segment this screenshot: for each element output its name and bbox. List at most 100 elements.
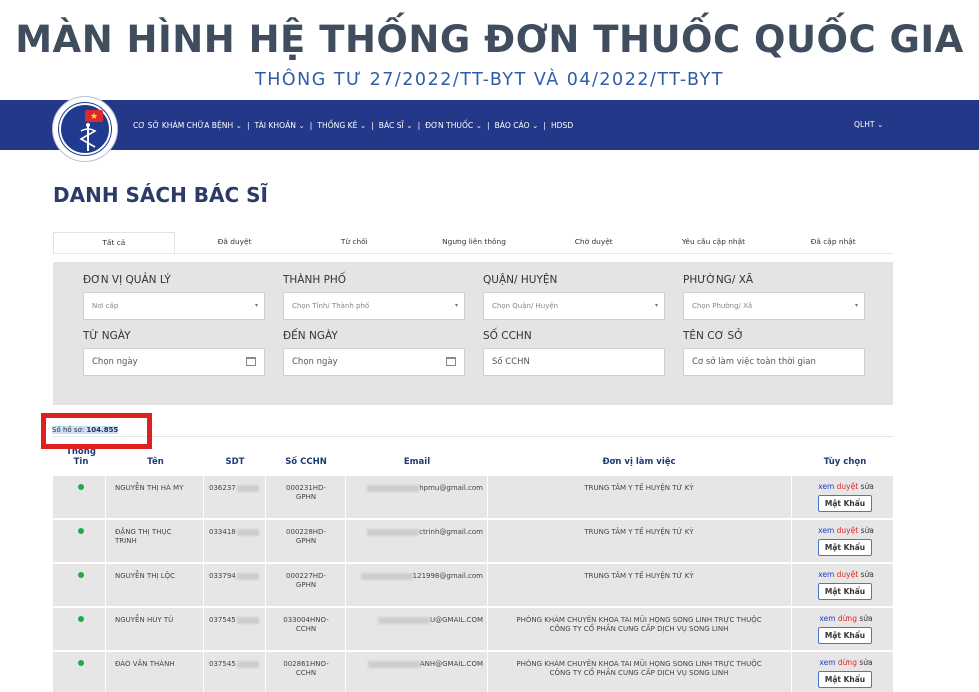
caduceus-icon [79, 123, 97, 151]
cell-divider [203, 564, 204, 607]
view-link[interactable]: xem [818, 482, 834, 491]
row-email-text: ctrinh@gmail.com [419, 528, 483, 536]
chevron-down-icon: ▾ [854, 302, 858, 309]
menu-thong-ke[interactable]: THỐNG KÊ ⌄ [315, 121, 368, 130]
tab-tu-choi[interactable]: Từ chối [294, 232, 414, 253]
cell-divider [105, 476, 106, 519]
calendar-icon[interactable] [246, 357, 256, 366]
menu-tai-khoan[interactable]: TÀI KHOẢN ⌄ [253, 121, 307, 130]
menu-separator: | [417, 120, 421, 130]
tab-yeu-cau-cap-nhat[interactable]: Yêu cầu cập nhật [654, 232, 774, 253]
cell-divider [487, 608, 488, 651]
user-menu[interactable]: QLHT ⌄ [854, 100, 883, 150]
tab-cho-duyet[interactable]: Chờ duyệt [534, 232, 654, 253]
redacted-block [236, 660, 259, 668]
status-link[interactable]: dừng [838, 658, 857, 667]
tab-da-duyet[interactable]: Đã duyệt [175, 232, 295, 253]
menu-separator: | [371, 120, 374, 130]
row-unit-line1: PHÒNG KHÁM CHUYÊN KHOA TAI MŨI HỌNG SONG… [516, 660, 762, 668]
col-so-cchn: Số CCHN [285, 457, 327, 467]
filter-panel: ĐƠN VỊ QUẢN LÝ THÀNH PHỐ QUẬN/ HUYỆN PHƯ… [53, 262, 893, 405]
ten-co-so-input[interactable]: Cơ sở làm việc toàn thời gian [683, 348, 865, 376]
password-button[interactable]: Mật Khẩu [818, 583, 872, 600]
row-actions: xem dừng sửa [812, 614, 880, 623]
filter-label-ten-co-so: TÊN CƠ SỞ [683, 330, 744, 342]
cell-divider [105, 520, 106, 563]
edit-link[interactable]: sửa [859, 614, 872, 623]
ministry-logo[interactable]: ★ [52, 96, 118, 162]
don-vi-select[interactable]: Nơi cấp ▾ [83, 292, 265, 320]
row-unit: TRUNG TÂM Y TẾ HUYỆN TỨ KỲ [489, 528, 789, 537]
menu-bao-cao[interactable]: BÁO CÁO ⌄ [493, 121, 541, 130]
row-cchn-line1: 000227HD- [286, 572, 326, 580]
view-link[interactable]: xem [818, 570, 834, 579]
cell-divider [487, 520, 488, 563]
cell-divider [791, 520, 792, 563]
row-name: ĐÀO VĂN THÀNH [115, 660, 203, 669]
view-link[interactable]: xem [819, 658, 835, 667]
row-name: NGUYỄN HUY TÚ [115, 616, 203, 625]
phuong-xa-select[interactable]: Chọn Phường/ Xã ▾ [683, 292, 865, 320]
cell-divider [345, 652, 346, 692]
password-button[interactable]: Mật Khẩu [818, 495, 872, 512]
edit-link[interactable]: sửa [861, 526, 874, 535]
cell-divider [345, 564, 346, 607]
phuong-xa-placeholder: Chọn Phường/ Xã [692, 302, 753, 310]
row-email: ANH@GMAIL.COM [347, 660, 487, 669]
row-name-line1: NGUYỄN THỊ HÀ MY [115, 484, 184, 492]
menu-hdsd[interactable]: HDSD [549, 121, 575, 130]
calendar-icon[interactable] [446, 357, 456, 366]
cell-divider [265, 652, 266, 692]
row-unit-line2: CÔNG TY CỔ PHẦN CUNG CẤP DỊCH VỤ SONG LI… [549, 625, 729, 633]
tab-tat-ca[interactable]: Tất cả [53, 232, 175, 253]
password-button[interactable]: Mật Khẩu [818, 671, 872, 688]
status-link[interactable]: duyệt [837, 526, 859, 535]
thanh-pho-select[interactable]: Chọn Tỉnh/ Thành phố ▾ [283, 292, 465, 320]
row-phone-text: 037545 [209, 616, 236, 624]
tab-ngung-lien-thong[interactable]: Ngưng liên thông [414, 232, 534, 253]
den-ngay-date-input[interactable]: Chọn ngày [283, 348, 465, 376]
menu-don-thuoc[interactable]: ĐƠN THUỐC ⌄ [423, 121, 484, 130]
col-thong-tin-line2: Tin [73, 457, 89, 467]
row-cchn-line1: 002861HNO- [283, 660, 329, 668]
status-link[interactable]: duyệt [837, 482, 859, 491]
tab-da-cap-nhat[interactable]: Đã cập nhật [773, 232, 893, 253]
col-thong-tin: Thông Tin [61, 447, 101, 467]
row-phone-text: 037545 [209, 660, 236, 668]
cell-divider [487, 564, 488, 607]
status-link[interactable]: duyệt [837, 570, 859, 579]
menu-co-so-kham-chua-benh[interactable]: CƠ SỞ KHÁM CHỮA BỆNH ⌄ [131, 121, 244, 130]
row-actions: xem duyệt sửa [812, 482, 880, 491]
so-cchn-input[interactable]: Số CCHN [483, 348, 665, 376]
page-subheadline: THÔNG TƯ 27/2022/TT-BYT VÀ 04/2022/TT-BY… [255, 70, 724, 90]
status-dot [78, 660, 84, 666]
row-phone-text: 033794 [209, 572, 236, 580]
row-phone-text: 033418 [209, 528, 236, 536]
menu-bac-si[interactable]: BÁC SĨ ⌄ [377, 121, 415, 130]
chevron-down-icon: ▾ [454, 302, 458, 309]
cell-divider [203, 608, 204, 651]
view-link[interactable]: xem [819, 614, 835, 623]
row-unit-line1: TRUNG TÂM Y TẾ HUYỆN TỨ KỲ [584, 528, 694, 536]
tu-ngay-date-input[interactable]: Chọn ngày [83, 348, 265, 376]
row-cchn-line2: GPHN [295, 537, 317, 545]
col-tuy-chon: Tùy chọn [823, 457, 867, 467]
edit-link[interactable]: sửa [861, 570, 874, 579]
redacted-block [236, 484, 259, 492]
redacted-block [367, 528, 420, 536]
edit-link[interactable]: sửa [859, 658, 872, 667]
password-button[interactable]: Mật Khẩu [818, 539, 872, 556]
status-link[interactable]: dừng [838, 614, 857, 623]
redacted-block [360, 572, 413, 580]
view-link[interactable]: xem [818, 526, 834, 535]
cell-divider [265, 608, 266, 651]
row-phone-text: 036237 [209, 484, 236, 492]
row-name-line1: NGUYỄN HUY TÚ [115, 616, 174, 624]
edit-link[interactable]: sửa [861, 482, 874, 491]
quan-huyen-select[interactable]: Chọn Quận/ Huyện ▾ [483, 292, 665, 320]
cell-divider [265, 564, 266, 607]
cell-divider [345, 520, 346, 563]
password-button[interactable]: Mật Khẩu [818, 627, 872, 644]
cell-divider [345, 608, 346, 651]
chevron-down-icon: ▾ [654, 302, 658, 309]
